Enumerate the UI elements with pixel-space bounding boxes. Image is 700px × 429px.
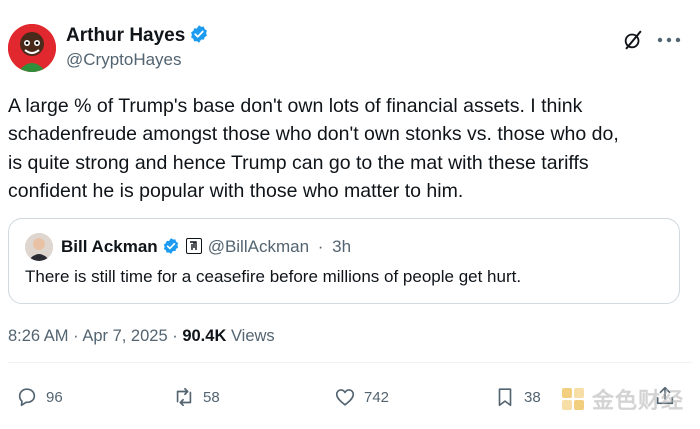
tweet-text-line: is quite strong and hence Trump can go t… (8, 151, 589, 174)
author-name-text[interactable]: Arthur Hayes (66, 25, 185, 46)
quoted-avatar-image (25, 233, 53, 261)
tweet-text: A large % of Trump's base don't own lots… (8, 92, 692, 205)
watermark: 金色财经 (560, 384, 684, 414)
like-icon (335, 389, 355, 406)
verified-badge-icon (191, 25, 208, 43)
author-name[interactable]: Arthur Hayes (66, 24, 209, 47)
divider (8, 362, 692, 363)
affiliation-badge-icon (185, 238, 202, 254)
meta-separator: · (172, 327, 178, 345)
repost-button[interactable]: 58 (173, 385, 220, 409)
bookmark-icon (498, 388, 512, 407)
avatar-image (8, 24, 56, 72)
watermark-logo-icon (562, 388, 584, 410)
verified-badge-icon (163, 238, 178, 254)
quoted-author-line: Bill Ackman @BillAckman · 3h (61, 237, 351, 257)
tweet-time[interactable]: 8:26 AM (8, 327, 69, 345)
bookmark-button[interactable]: 38 (494, 385, 541, 409)
bookmark-count: 38 (524, 388, 541, 406)
tweet-meta: 8:26 AM · Apr 7, 2025 · 90.4K Views (8, 327, 275, 346)
tweet-date[interactable]: Apr 7, 2025 (82, 327, 167, 345)
repost-count: 58 (203, 388, 220, 406)
tweet-text-line: schadenfreude amongst those who don't ow… (8, 123, 619, 146)
watermark-text: 金色财经 (592, 388, 685, 413)
author-avatar[interactable] (8, 24, 56, 72)
tweet-text-line: A large % of Trump's base don't own lots… (8, 95, 583, 117)
tweet-text-line: confident he is popular with those who m… (8, 179, 464, 202)
repost-icon (176, 387, 192, 407)
author-handle[interactable]: @CryptoHayes (66, 50, 182, 70)
quoted-tweet-card[interactable]: Bill Ackman @BillAckman · 3h There is st… (8, 218, 680, 304)
reply-count: 96 (46, 388, 63, 406)
like-count: 742 (364, 388, 390, 406)
reply-button[interactable]: 96 (16, 385, 63, 409)
more-icon[interactable] (656, 35, 682, 45)
reply-icon (18, 388, 36, 407)
like-button[interactable]: 742 (334, 385, 389, 409)
quoted-author-handle[interactable]: @BillAckman (208, 237, 309, 256)
meta-separator: · (73, 327, 79, 345)
quoted-author-name[interactable]: Bill Ackman (61, 237, 158, 256)
quoted-author-avatar[interactable] (25, 233, 53, 261)
views-label: Views (230, 327, 275, 345)
grok-icon[interactable] (622, 29, 644, 51)
views-count: 90.4K (182, 327, 227, 345)
quoted-age[interactable]: 3h (332, 237, 351, 256)
quoted-tweet-text: There is still time for a ceasefire befo… (25, 267, 522, 286)
quoted-separator: · (317, 237, 324, 256)
